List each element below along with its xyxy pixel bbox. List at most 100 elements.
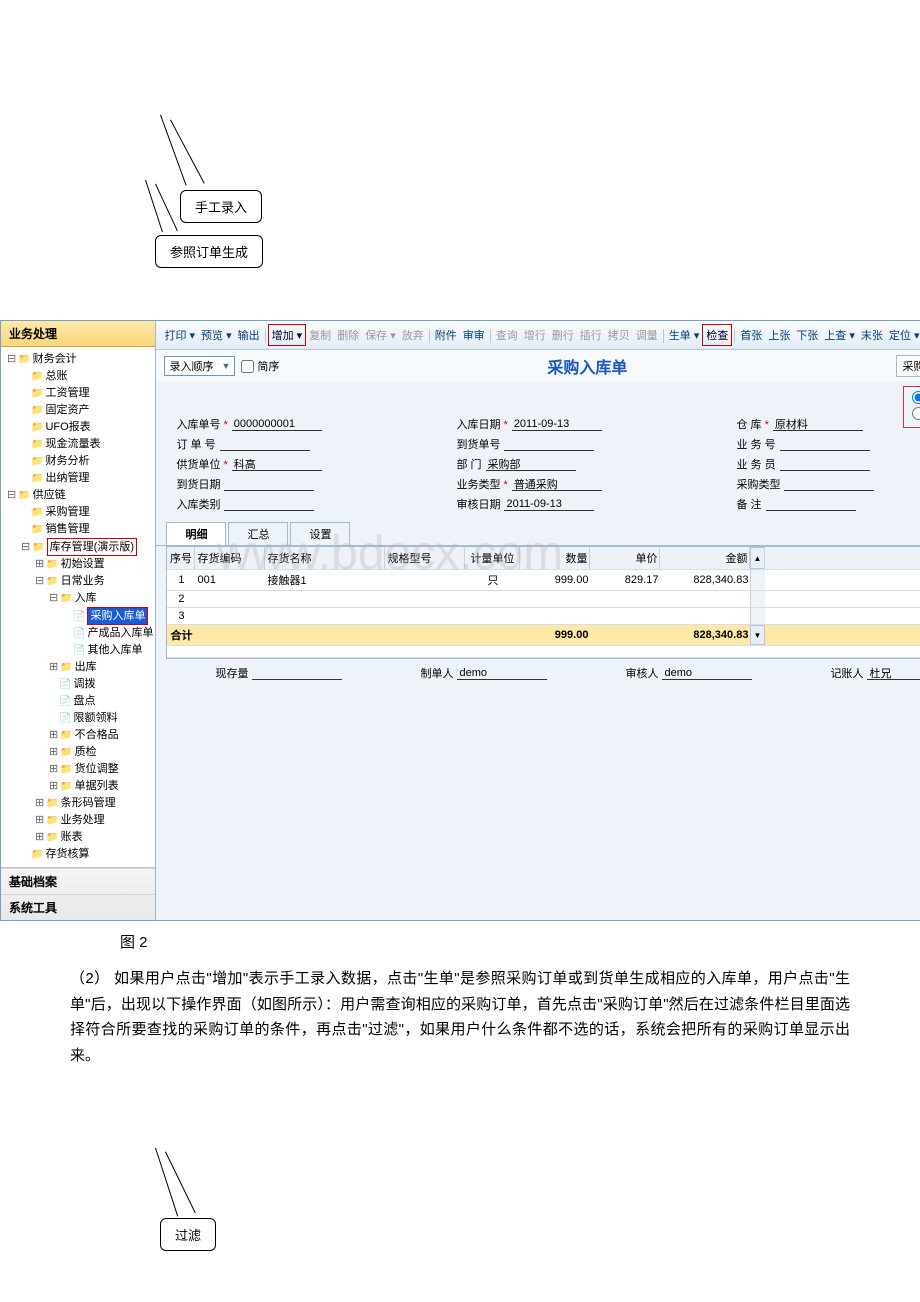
toolbar-item[interactable]: 打印 ▾	[161, 325, 198, 345]
field-label: 业 务 号	[736, 436, 775, 452]
toolbar-item[interactable]: 首张	[737, 325, 765, 345]
toolbar-item[interactable]: 预览 ▾	[198, 325, 235, 345]
order-combo-label: 录入顺序	[169, 358, 213, 374]
order-combo[interactable]: 录入顺序 ▼	[164, 356, 235, 376]
tree-item[interactable]: 条形码管理	[3, 795, 153, 812]
scroll-down-icon[interactable]: ▼	[750, 625, 765, 645]
maker-input[interactable]	[457, 667, 547, 680]
tab-summary[interactable]: 汇总	[228, 522, 288, 545]
chevron-down-icon: ▼	[221, 361, 230, 371]
field-cell: 到货单号	[456, 436, 716, 452]
field-input[interactable]	[224, 478, 314, 491]
sidebar-footer-tools[interactable]: 系统工具	[1, 894, 155, 920]
tree-item[interactable]: 产成品入库单	[3, 625, 153, 642]
doc-title: 采购入库单	[285, 354, 889, 378]
tree-item[interactable]: 工资管理	[3, 385, 153, 402]
toolbar-item[interactable]: 末张	[858, 325, 886, 345]
field-label: 仓 库 *	[736, 416, 768, 432]
tree-item[interactable]: 初始设置	[3, 556, 153, 573]
tree-item[interactable]: 限额领料	[3, 710, 153, 727]
template-button[interactable]: 采购入库单打印模版	[896, 355, 920, 377]
field-input[interactable]	[512, 478, 602, 491]
field-label: 采购类型	[736, 476, 780, 492]
tree-item[interactable]: 现金流量表	[3, 436, 153, 453]
tree-item[interactable]: 出纳管理	[3, 470, 153, 487]
simple-checkbox-input[interactable]	[241, 360, 254, 373]
tree-item[interactable]: 不合格品	[3, 727, 153, 744]
field-cell: 入库类别	[176, 496, 436, 512]
field-input[interactable]	[232, 418, 322, 431]
field-input[interactable]	[504, 498, 594, 511]
tree-item[interactable]: 财务会计	[3, 351, 153, 368]
toolbar-item[interactable]: 输出	[235, 325, 263, 345]
tree-item[interactable]: 入库	[3, 590, 153, 607]
toolbar-item[interactable]: 检查	[702, 324, 732, 346]
field-input[interactable]	[780, 458, 870, 471]
tree-item[interactable]: 日常业务	[3, 573, 153, 590]
tree-item[interactable]: 盘点	[3, 693, 153, 710]
tree-item[interactable]: 存货核算	[3, 846, 153, 863]
tree-item[interactable]: 供应链	[3, 487, 153, 504]
tree-item[interactable]: 业务处理	[3, 812, 153, 829]
blue-radio[interactable]: 蓝字	[912, 391, 920, 407]
toolbar-item[interactable]: 附件	[432, 325, 460, 345]
table-row[interactable]: 1001接触器1只999.00829.17828,340.83	[167, 570, 920, 591]
tree-item[interactable]: 单据列表	[3, 778, 153, 795]
field-label: 到货单号	[456, 436, 500, 452]
field-cell: 入库单号 *	[176, 416, 436, 432]
table-row[interactable]: 3	[167, 608, 920, 625]
figure-caption: 图 2	[120, 931, 920, 952]
field-label: 订 单 号	[176, 436, 215, 452]
toolbar-item: 插行	[577, 325, 605, 345]
field-input[interactable]	[784, 478, 874, 491]
toolbar-item[interactable]: 上张	[765, 325, 793, 345]
auditor-input[interactable]	[662, 667, 752, 680]
tree-item[interactable]: 总账	[3, 368, 153, 385]
field-input[interactable]	[512, 418, 602, 431]
tab-detail[interactable]: 明细	[166, 522, 226, 545]
tree-item[interactable]: 出库	[3, 659, 153, 676]
acct-input[interactable]	[867, 667, 920, 680]
stock-input[interactable]	[252, 667, 342, 680]
tree-item[interactable]: 采购入库单	[3, 607, 153, 625]
field-input[interactable]	[766, 498, 856, 511]
toolbar: 打印 ▾预览 ▾输出增加 ▾复制删除保存 ▾放弃附件审审查询增行删行插行拷贝调量…	[156, 321, 920, 350]
table-row[interactable]: 2	[167, 591, 920, 608]
tab-settings[interactable]: 设置	[290, 522, 350, 545]
toolbar-item[interactable]: 定位 ▾	[886, 325, 920, 345]
tree-item[interactable]: 货位调整	[3, 761, 153, 778]
tree-item[interactable]: 采购管理	[3, 504, 153, 521]
tree-item[interactable]: 销售管理	[3, 521, 153, 538]
toolbar-item[interactable]: 生单 ▾	[666, 325, 703, 345]
toolbar-item: 增行	[521, 325, 549, 345]
tree-item[interactable]: 调拨	[3, 676, 153, 693]
toolbar-item[interactable]: 增加 ▾	[268, 324, 307, 346]
tree-item[interactable]: 账表	[3, 829, 153, 846]
field-input[interactable]	[486, 458, 576, 471]
tree-item[interactable]: 固定资产	[3, 402, 153, 419]
field-input[interactable]	[224, 498, 314, 511]
scroll-up-icon[interactable]: ▲	[750, 547, 765, 569]
field-cell: 业 务 员	[736, 456, 920, 472]
toolbar-item[interactable]: 审审	[460, 325, 488, 345]
field-input[interactable]	[773, 418, 863, 431]
toolbar-item[interactable]: 下张	[793, 325, 821, 345]
field-label: 入库类别	[176, 496, 220, 512]
app-frame: 业务处理 财务会计总账工资管理固定资产UFO报表现金流量表财务分析出纳管理供应链…	[0, 320, 920, 921]
field-input[interactable]	[220, 438, 310, 451]
tree-item[interactable]: 财务分析	[3, 453, 153, 470]
tree-item[interactable]: 其他入库单	[3, 642, 153, 659]
field-label: 备 注	[736, 496, 761, 512]
nav-tree: 财务会计总账工资管理固定资产UFO报表现金流量表财务分析出纳管理供应链采购管理销…	[1, 347, 155, 867]
field-cell: 业 务 号	[736, 436, 920, 452]
tree-item[interactable]: UFO报表	[3, 419, 153, 436]
field-input[interactable]	[780, 438, 870, 451]
tree-item[interactable]: 质检	[3, 744, 153, 761]
field-cell: 到货日期	[176, 476, 436, 492]
sidebar-footer-basic[interactable]: 基础档案	[1, 868, 155, 894]
field-input[interactable]	[504, 438, 594, 451]
toolbar-item[interactable]: 上查 ▾	[821, 325, 858, 345]
simple-checkbox[interactable]: 简序	[241, 358, 279, 374]
tree-item[interactable]: 库存管理(演示版)	[3, 538, 153, 556]
field-input[interactable]	[232, 458, 322, 471]
